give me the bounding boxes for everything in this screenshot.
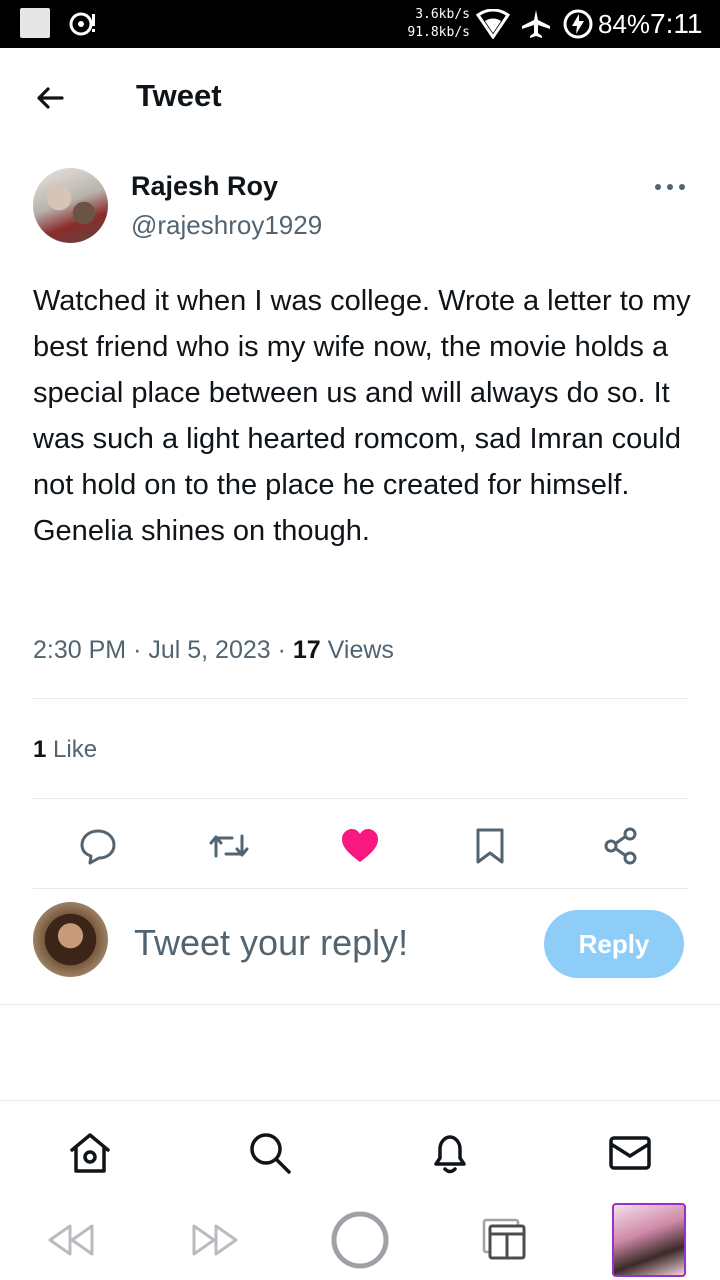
nav-home[interactable] (66, 1129, 114, 1177)
battery-percent: 84% (598, 9, 651, 39)
more-dots-icon (655, 184, 685, 190)
retweet-icon (209, 834, 249, 858)
status-bar: 3.6kb/s 91.8kb/s 84% 7:11 (0, 0, 720, 48)
page-header: Tweet (0, 48, 720, 148)
loading-button[interactable] (330, 1210, 390, 1270)
loading-icon (331, 1211, 389, 1269)
status-left (20, 8, 98, 38)
tweet-text: Watched it when I was college. Wrote a l… (33, 285, 691, 547)
app-thumbnail[interactable] (612, 1203, 686, 1277)
my-avatar (33, 902, 108, 977)
tabs-icon (482, 1218, 526, 1260)
retweet-button[interactable] (207, 824, 251, 868)
like-icon (342, 829, 378, 862)
likes-count: 1 (33, 736, 47, 763)
tweet-meta: 2:30 PM · Jul 5, 2023 · 17 Views (33, 630, 394, 670)
meta-separator: · (133, 636, 149, 664)
reply-icon (80, 829, 116, 865)
share-button[interactable] (599, 824, 643, 868)
speed-down: 91.8kb/s (407, 25, 470, 40)
back-arrow-icon (37, 87, 64, 109)
page-title: Tweet (136, 78, 222, 113)
fast-forward-button[interactable] (186, 1210, 246, 1270)
author-avatar[interactable] (33, 168, 108, 243)
author-name[interactable]: Rajesh Roy (131, 168, 278, 204)
bookmark-icon (476, 828, 504, 864)
fast-forward-icon (192, 1224, 238, 1256)
bookmark-button[interactable] (468, 824, 512, 868)
notification-square-icon (20, 8, 50, 38)
network-speed: 3.6kb/s 91.8kb/s (404, 6, 470, 42)
likes-summary[interactable]: 1 Like (33, 730, 97, 770)
tweet-date[interactable]: Jul 5, 2023 (148, 636, 270, 664)
likes-label: Like (53, 736, 98, 763)
clock: 7:11 (650, 8, 703, 39)
battery-saver-icon (563, 9, 593, 39)
divider (33, 798, 688, 799)
notifications-icon (434, 1135, 466, 1174)
share-icon (604, 827, 637, 865)
nav-messages[interactable] (606, 1129, 654, 1177)
meta-separator: · (277, 636, 293, 664)
home-icon (70, 1133, 110, 1173)
tabs-button[interactable] (474, 1210, 534, 1270)
search-icon (250, 1133, 291, 1174)
back-button[interactable] (30, 78, 70, 118)
more-options-button[interactable] (650, 172, 690, 202)
author-handle[interactable]: @rajeshroy1929 (131, 207, 322, 243)
views-label: Views (327, 636, 394, 664)
tweet-time[interactable]: 2:30 PM (33, 636, 126, 664)
wifi-icon (476, 9, 510, 39)
music-app-icon (69, 12, 95, 36)
divider (0, 1004, 720, 1005)
divider (33, 698, 688, 699)
speed-up: 3.6kb/s (415, 7, 470, 22)
bottom-navigation (0, 1100, 720, 1197)
nav-search[interactable] (246, 1129, 294, 1177)
like-button[interactable] (338, 824, 382, 868)
reply-button[interactable] (76, 824, 120, 868)
status-icons (476, 8, 594, 40)
rewind-button[interactable] (40, 1210, 100, 1270)
messages-icon (609, 1136, 651, 1170)
divider (33, 888, 688, 889)
airplane-icon (522, 10, 550, 38)
reply-submit-button[interactable]: Reply (544, 910, 684, 978)
views-count: 17 (292, 636, 321, 664)
reply-input[interactable]: Tweet your reply! (134, 918, 408, 968)
nav-notifications[interactable] (426, 1129, 474, 1177)
tweet-actions (0, 816, 720, 876)
rewind-icon (48, 1224, 94, 1256)
